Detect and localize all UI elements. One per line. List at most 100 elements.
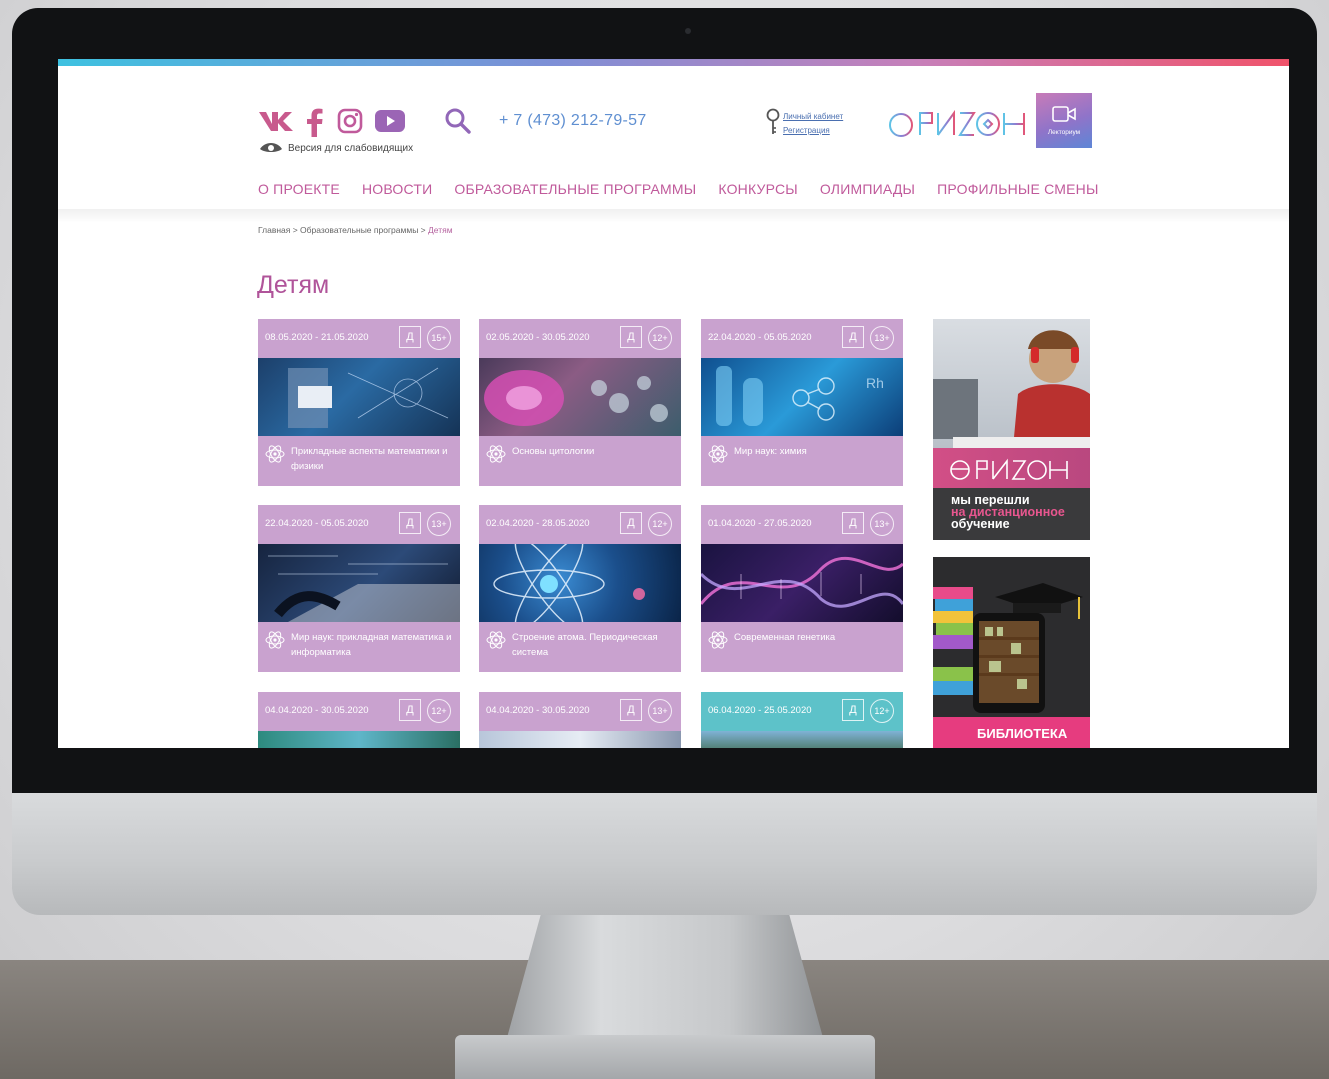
library-label: БИБЛИОТЕКА <box>977 726 1068 741</box>
card-header: 04.04.2020 - 30.05.2020 Д 13+ <box>479 692 681 731</box>
card-age-badge: 12+ <box>427 699 451 723</box>
monitor-chin <box>12 780 1317 915</box>
nav-item-programs[interactable]: ОБРАЗОВАТЕЛЬНЫЕ ПРОГРАММЫ <box>454 181 696 197</box>
breadcrumb-home[interactable]: Главная <box>258 225 290 235</box>
youtube-icon[interactable] <box>374 107 406 135</box>
program-card[interactable]: 22.04.2020 - 05.05.2020 Д 13+ Мир наук: … <box>258 505 460 672</box>
program-card[interactable]: 22.04.2020 - 05.05.2020 Д 13+ Rh Мир нау… <box>701 319 903 486</box>
card-title: Прикладные аспекты математики и физики <box>291 446 448 472</box>
card-title: Строение атома. Периодическая система <box>512 632 658 658</box>
eye-icon[interactable] <box>259 139 283 155</box>
card-header: 22.04.2020 - 05.05.2020 Д 13+ <box>701 319 903 358</box>
monitor-stand-base <box>455 1035 875 1079</box>
card-type-badge: Д <box>842 699 864 721</box>
orion-logo-small <box>950 458 1068 480</box>
breadcrumb-current: Детям <box>428 225 453 235</box>
card-image <box>479 731 681 748</box>
card-image <box>479 544 681 622</box>
main-nav: О ПРОЕКТЕ НОВОСТИ ОБРАЗОВАТЕЛЬНЫЕ ПРОГРА… <box>258 181 1099 197</box>
atom-icon <box>486 445 506 463</box>
nav-item-news[interactable]: НОВОСТИ <box>362 181 432 197</box>
card-age-badge: 12+ <box>870 699 894 723</box>
account-links: Личный кабинет Регистрация <box>783 110 843 138</box>
nav-item-contests[interactable]: КОНКУРСЫ <box>718 181 798 197</box>
program-card[interactable]: 08.05.2020 - 21.05.2020 Д 15+ Прикладные… <box>258 319 460 486</box>
card-date: 22.04.2020 - 05.05.2020 <box>708 332 812 343</box>
card-image <box>258 731 460 748</box>
card-title: Современная генетика <box>734 632 836 643</box>
card-footer: Строение атома. Периодическая система <box>479 622 681 672</box>
card-image <box>258 544 460 622</box>
lectorium-label: Лекториум <box>1047 129 1081 136</box>
card-image <box>701 731 903 748</box>
search-icon[interactable] <box>444 107 472 135</box>
nav-item-about[interactable]: О ПРОЕКТЕ <box>258 181 340 197</box>
card-date: 02.05.2020 - 30.05.2020 <box>486 332 590 343</box>
nav-shadow <box>58 209 1289 223</box>
atom-icon <box>708 631 728 649</box>
register-link[interactable]: Регистрация <box>783 124 843 138</box>
top-gradient-line <box>58 59 1289 66</box>
card-image: Rh <box>701 358 903 436</box>
facebook-icon[interactable] <box>304 107 326 137</box>
atom-icon <box>708 445 728 463</box>
card-age-badge: 13+ <box>427 512 451 536</box>
library-illustration <box>933 583 1090 748</box>
phone-number[interactable]: + 7 (473) 212-79-57 <box>499 112 647 130</box>
breadcrumb-section[interactable]: Образовательные программы <box>300 225 418 235</box>
atom-icon <box>486 631 506 649</box>
card-age-badge: 15+ <box>427 326 451 350</box>
banner-logo-strip <box>933 448 1090 488</box>
card-header: 04.04.2020 - 30.05.2020 Д 12+ <box>258 692 460 731</box>
card-type-badge: Д <box>620 699 642 721</box>
svg-text:Rh: Rh <box>866 375 884 391</box>
lectorium-button[interactable]: Лекториум <box>1036 93 1092 148</box>
card-date: 04.04.2020 - 30.05.2020 <box>265 705 369 716</box>
card-type-badge: Д <box>399 699 421 721</box>
card-footer: Прикладные аспекты математики и физики <box>258 436 460 486</box>
card-age-badge: 13+ <box>648 699 672 723</box>
card-type-badge: Д <box>620 326 642 348</box>
camera <box>685 28 691 34</box>
page-title: Детям <box>257 271 330 299</box>
program-card[interactable]: 04.04.2020 - 30.05.2020 Д 12+ <box>258 692 460 748</box>
card-image <box>258 358 460 436</box>
card-type-badge: Д <box>842 512 864 534</box>
nav-item-olympiads[interactable]: ОЛИМПИАДЫ <box>820 181 915 197</box>
atom-icon <box>265 445 285 463</box>
card-age-badge: 13+ <box>870 326 894 350</box>
banner-line-3: обучение <box>951 517 1010 531</box>
card-image <box>701 544 903 622</box>
card-footer: Современная генетика <box>701 622 903 672</box>
vk-icon[interactable] <box>258 107 294 135</box>
library-banner[interactable]: БИБЛИОТЕКА <box>933 557 1090 748</box>
program-card[interactable]: 02.04.2020 - 28.05.2020 Д 12+ Строение а… <box>479 505 681 672</box>
program-card[interactable]: 01.04.2020 - 27.05.2020 Д 13+ Современна… <box>701 505 903 672</box>
card-date: 08.05.2020 - 21.05.2020 <box>265 332 369 343</box>
nav-item-camps[interactable]: ПРОФИЛЬНЫЕ СМЕНЫ <box>937 181 1098 197</box>
card-date: 22.04.2020 - 05.05.2020 <box>265 518 369 529</box>
card-header: 02.05.2020 - 30.05.2020 Д 12+ <box>479 319 681 358</box>
instagram-icon[interactable] <box>336 107 364 135</box>
card-header: 06.04.2020 - 25.05.2020 Д 12+ <box>701 692 903 731</box>
low-vision-link[interactable]: Версия для слабовидящих <box>288 143 413 154</box>
card-footer: Основы цитологии <box>479 436 681 486</box>
program-card[interactable]: 06.04.2020 - 25.05.2020 Д 12+ <box>701 692 903 748</box>
card-image <box>479 358 681 436</box>
video-camera-icon <box>1052 106 1076 122</box>
card-type-badge: Д <box>399 326 421 348</box>
card-type-badge: Д <box>842 326 864 348</box>
program-card[interactable]: 02.05.2020 - 30.05.2020 Д 12+ Основы цит… <box>479 319 681 486</box>
card-date: 06.04.2020 - 25.05.2020 <box>708 705 812 716</box>
program-card[interactable]: 04.04.2020 - 30.05.2020 Д 13+ <box>479 692 681 748</box>
card-footer: Мир наук: прикладная математика и информ… <box>258 622 460 672</box>
card-title: Основы цитологии <box>512 446 595 457</box>
account-link[interactable]: Личный кабинет <box>783 110 843 124</box>
orion-logo[interactable] <box>888 101 1026 141</box>
distance-learning-banner[interactable]: мы перешли на дистанционное обучение <box>933 319 1090 540</box>
card-type-badge: Д <box>399 512 421 534</box>
card-header: 08.05.2020 - 21.05.2020 Д 15+ <box>258 319 460 358</box>
card-title: Мир наук: химия <box>734 446 807 457</box>
card-header: 02.04.2020 - 28.05.2020 Д 12+ <box>479 505 681 544</box>
breadcrumb: Главная > Образовательные программы > Де… <box>258 225 453 235</box>
